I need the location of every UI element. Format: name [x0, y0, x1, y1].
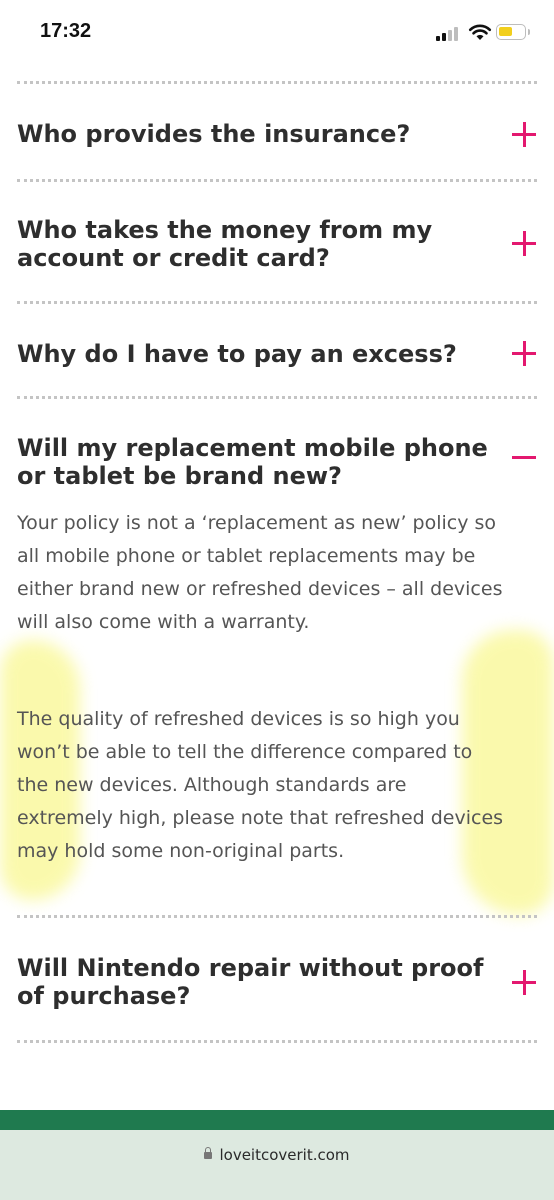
footer-band	[0, 1110, 554, 1130]
expand-plus-icon[interactable]	[510, 340, 538, 368]
expand-plus-icon[interactable]	[510, 969, 538, 997]
faq-question[interactable]: Will Nintendo repair without proof of pu…	[17, 954, 512, 1010]
browser-url-bar[interactable]: loveitcoverit.com	[0, 1130, 554, 1200]
faq-answer-paragraph: The quality of refreshed devices is so h…	[17, 708, 504, 862]
lock-icon	[204, 1147, 213, 1159]
cellular-signal-icon	[436, 27, 464, 41]
faq-question[interactable]: Who takes the money from my account or c…	[17, 216, 512, 272]
faq-answer-paragraph: Your policy is not a ‘replacement as new…	[17, 512, 503, 633]
faq-divider	[17, 396, 537, 399]
status-time: 17:32	[40, 20, 92, 42]
faq-divider	[17, 915, 537, 918]
status-bar: 17:32	[0, 0, 554, 64]
faq-divider	[17, 179, 537, 182]
battery-icon	[496, 24, 530, 40]
expand-plus-icon[interactable]	[510, 230, 538, 258]
url-text: loveitcoverit.com	[219, 1146, 350, 1164]
url-display[interactable]: loveitcoverit.com	[0, 1146, 554, 1164]
faq-question[interactable]: Why do I have to pay an excess?	[17, 340, 512, 368]
faq-question[interactable]: Who provides the insurance?	[17, 120, 512, 148]
expand-plus-icon[interactable]	[510, 121, 538, 149]
wifi-icon	[468, 24, 492, 40]
faq-divider	[17, 81, 537, 84]
collapse-minus-icon[interactable]	[510, 444, 538, 472]
faq-divider	[17, 301, 537, 304]
faq-question[interactable]: Will my replacement mobile phone or tabl…	[17, 434, 512, 490]
faq-divider	[17, 1040, 537, 1043]
